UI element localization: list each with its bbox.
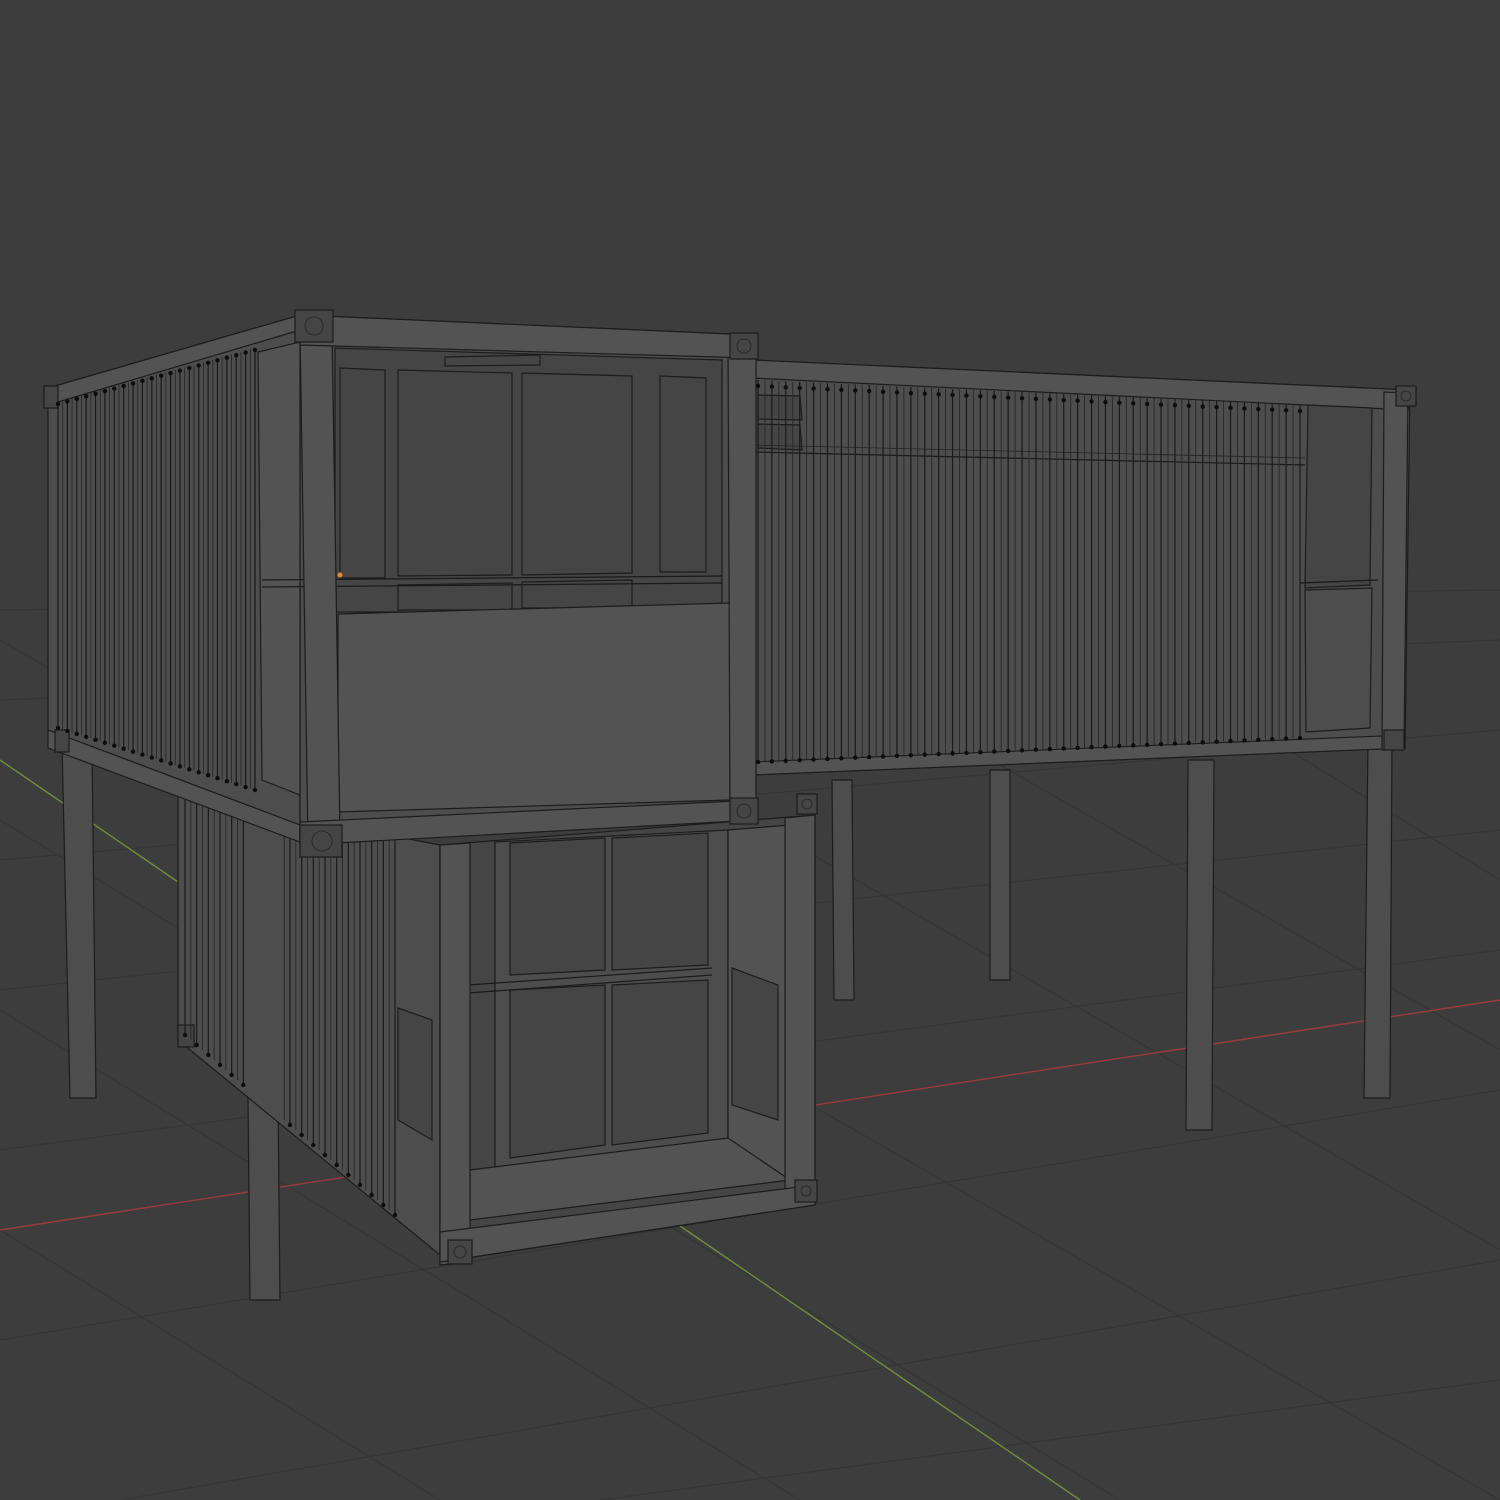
selected-vertex-marker [337, 572, 343, 578]
viewport-canvas[interactable] [0, 0, 1500, 1500]
lower-container[interactable] [177, 793, 818, 1301]
upper-right-container[interactable] [751, 359, 1417, 1131]
3d-viewport[interactable] [0, 0, 1500, 1500]
